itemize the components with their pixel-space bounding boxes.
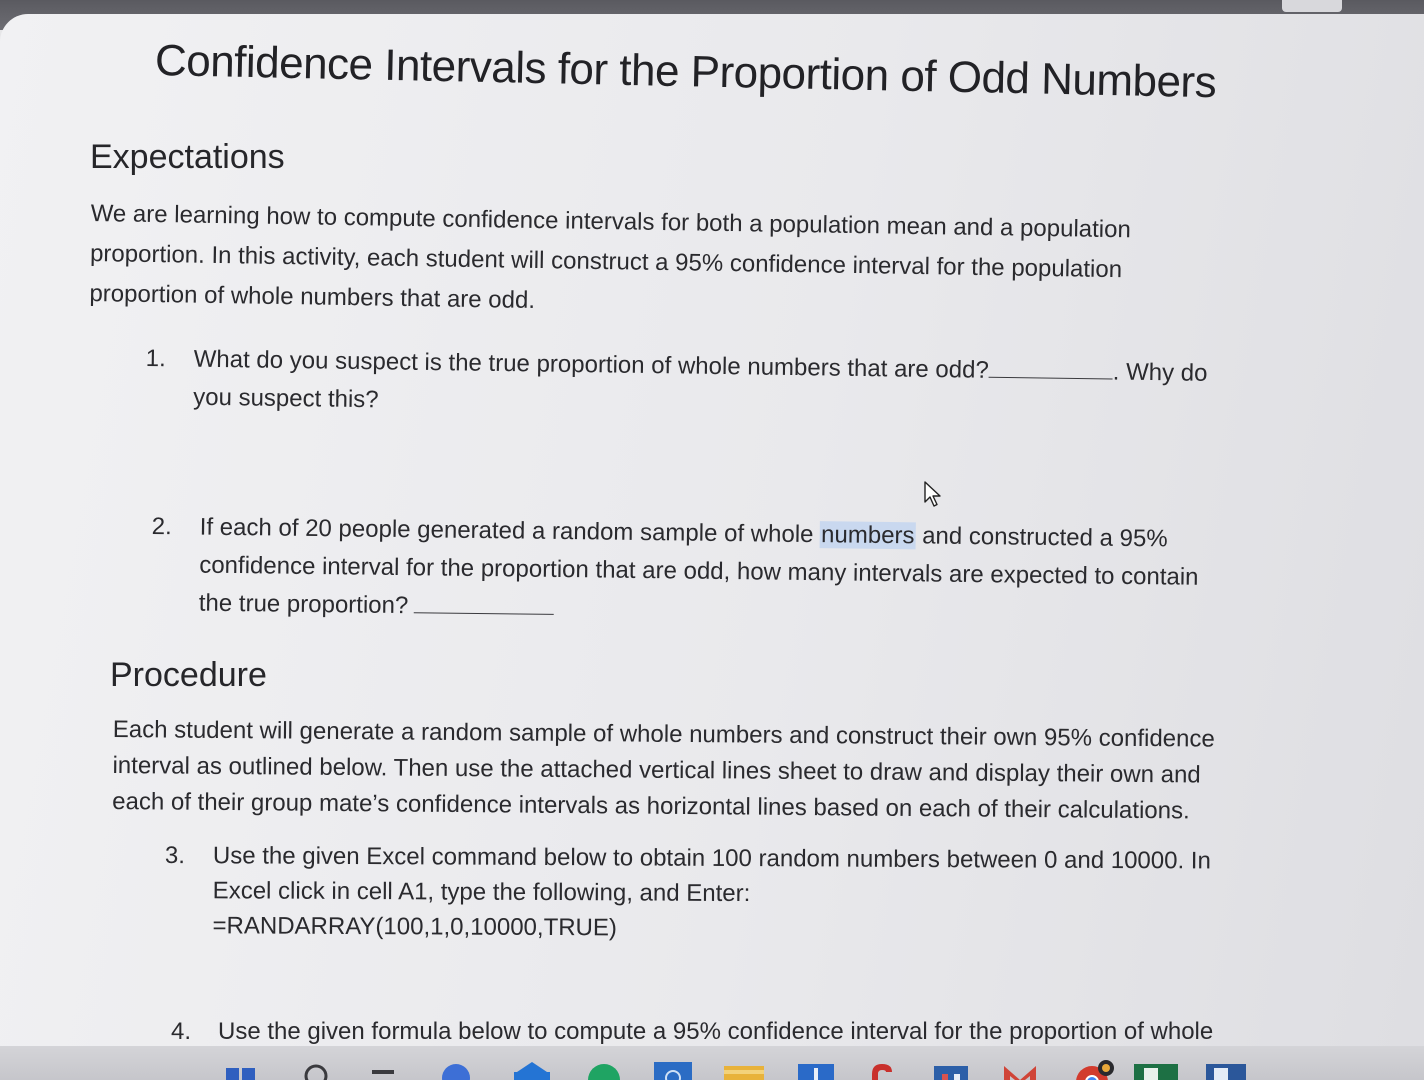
chrome-icon-2[interactable]	[1072, 1060, 1118, 1080]
expectations-paragraph: We are learning how to compute confidenc…	[89, 194, 1131, 330]
mouse-pointer-icon	[924, 481, 941, 507]
app-icon[interactable]	[440, 1060, 472, 1080]
excel-icon[interactable]	[1134, 1060, 1178, 1080]
tablet-icon[interactable]	[796, 1060, 836, 1080]
document-page: Confidence Intervals for the Proportion …	[0, 14, 1424, 1054]
task-view-icon[interactable]	[368, 1060, 400, 1080]
step-3: 3. Use the given Excel command below to …	[165, 838, 1315, 941]
question-text: . Why do	[1112, 358, 1208, 387]
excel-formula: =RANDARRAY(100,1,0,10000,TRUE)	[212, 912, 617, 942]
step-number: 4.	[171, 1018, 192, 1045]
procedure-paragraph: Each student will generate a random samp…	[112, 712, 1215, 830]
store-icon[interactable]	[654, 1060, 692, 1080]
question-text: If each of 20 people generated a random …	[199, 513, 821, 549]
taskbar	[0, 1046, 1424, 1080]
question-text: What do you suspect is the true proporti…	[193, 345, 989, 384]
answer-blank[interactable]	[988, 356, 1113, 380]
question-number: 1.	[145, 344, 166, 373]
selected-text[interactable]: numbers	[819, 521, 916, 550]
question-1: 1. What do you suspect is the true propo…	[146, 340, 1346, 413]
word-icon[interactable]	[1206, 1060, 1246, 1080]
step-text: Use the given Excel command below to obt…	[212, 842, 1211, 875]
question-2: 2. If each of 20 people generated a rand…	[152, 508, 1352, 619]
browser-icon[interactable]	[512, 1060, 550, 1080]
search-icon[interactable]	[300, 1060, 332, 1080]
gmail-icon[interactable]	[1000, 1060, 1040, 1080]
question-number: 2.	[151, 512, 172, 541]
expectations-heading: Expectations	[90, 138, 285, 176]
question-text: and constructed a 95%	[915, 522, 1168, 553]
step-text: Excel click in cell A1, type the followi…	[212, 877, 751, 908]
calendar-icon[interactable]	[932, 1060, 970, 1080]
step-text: Use the given formula below to compute a…	[218, 1018, 1214, 1045]
question-text: the true proportion?	[198, 589, 409, 620]
procedure-heading: Procedure	[110, 656, 267, 694]
answer-blank[interactable]	[414, 592, 555, 615]
start-icon[interactable]	[224, 1060, 258, 1080]
step-number: 3.	[164, 841, 185, 870]
folder-icon[interactable]	[724, 1060, 764, 1080]
window-tab[interactable]	[1282, 0, 1342, 12]
chrome-icon[interactable]	[584, 1060, 620, 1080]
app-icon-red[interactable]	[866, 1060, 898, 1080]
page-title: Confidence Intervals for the Proportion …	[154, 36, 1217, 108]
